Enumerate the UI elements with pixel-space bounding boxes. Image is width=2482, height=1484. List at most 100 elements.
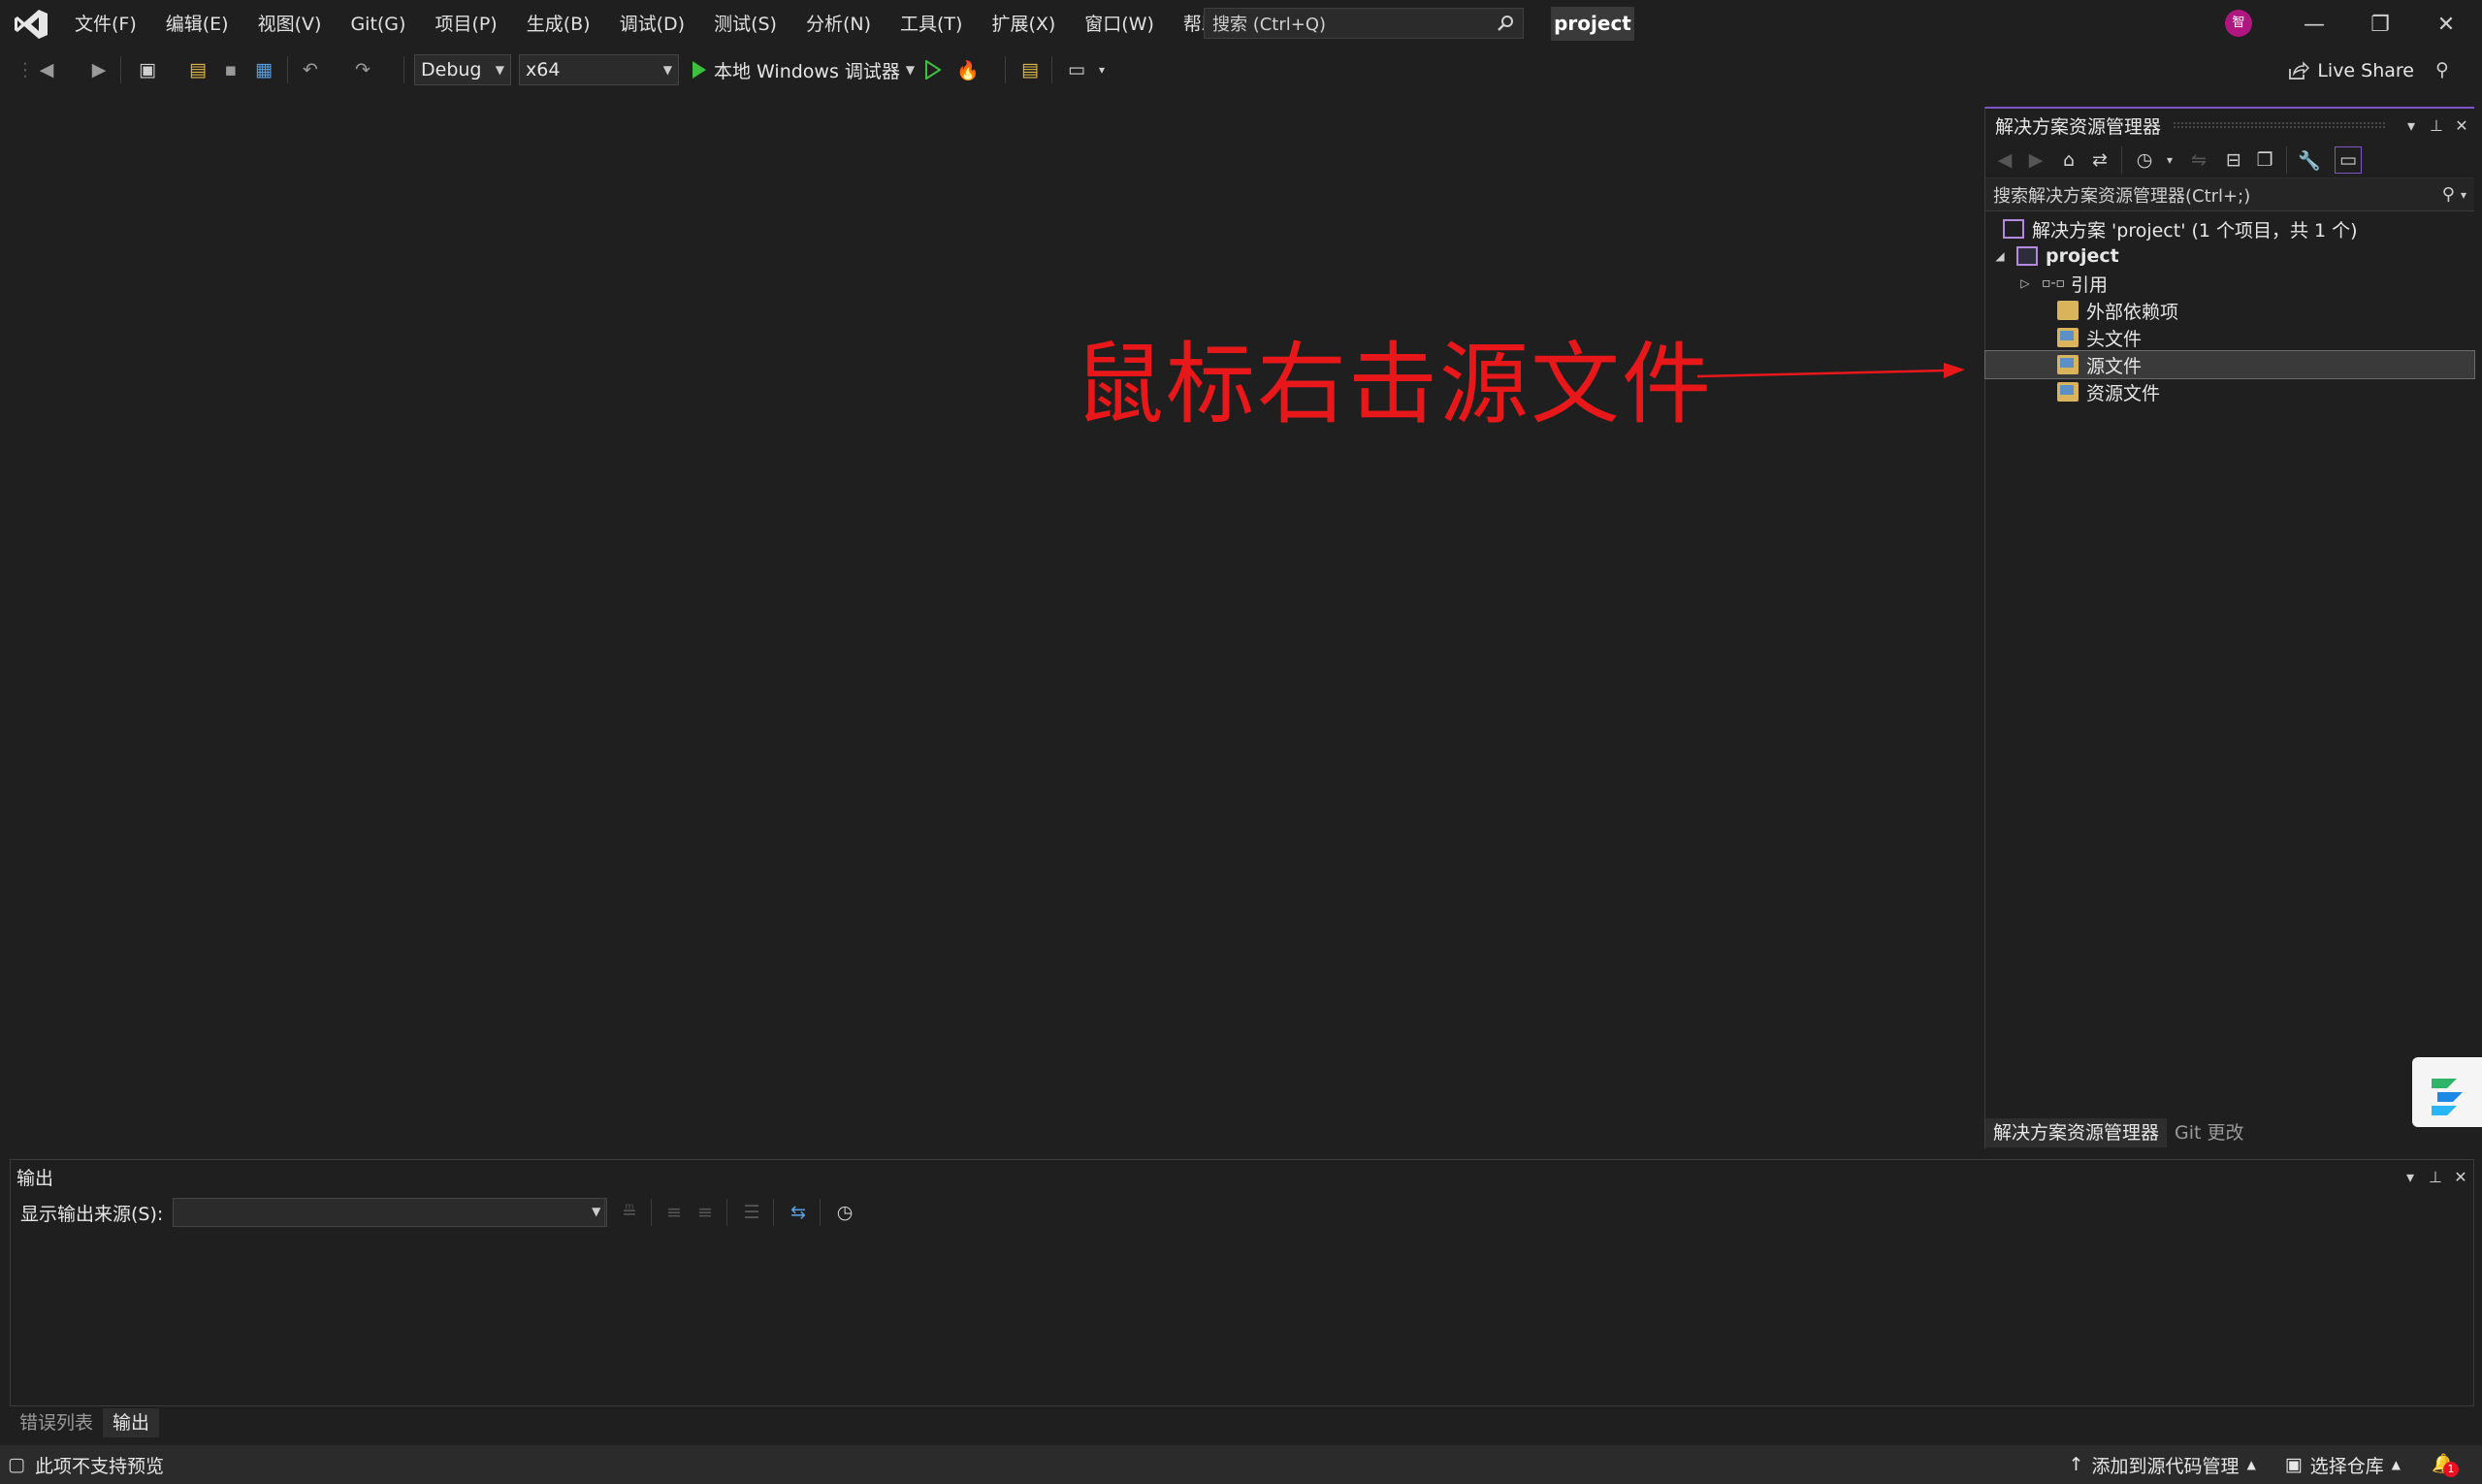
tab-error-list[interactable]: 错误列表 xyxy=(10,1408,103,1437)
go-to-next-message-icon[interactable]: ≡ xyxy=(692,1199,719,1226)
collapsed-arrow-icon[interactable]: ▷ xyxy=(2016,276,2034,290)
solution-explorer-folder-icon[interactable]: ▤ xyxy=(1016,56,1044,83)
save-icon[interactable]: ▪ xyxy=(217,56,244,83)
search-input[interactable]: 搜索 (Ctrl+Q) xyxy=(1204,8,1524,39)
output-panel: 输出 ▾ ⊥ ✕ 显示输出来源(S): ▼ ≞ ≡ ≡ ☰ ⇆ ◷ xyxy=(10,1159,2474,1406)
search-icon: ⚲ xyxy=(2441,184,2455,205)
tree-item-resource-files[interactable]: 资源文件 xyxy=(1985,378,2474,405)
tree-item-solution[interactable]: 解决方案 'project' (1 个项目，共 1 个) xyxy=(1985,215,2474,242)
menu-test[interactable]: 测试(S) xyxy=(699,0,791,48)
menu-tools[interactable]: 工具(T) xyxy=(886,0,977,48)
avatar[interactable]: 智 xyxy=(2225,10,2252,37)
menu-git[interactable]: Git(G) xyxy=(336,0,420,48)
configuration-dropdown[interactable]: Debug ▼ xyxy=(414,54,511,85)
floating-assistant-widget[interactable] xyxy=(2412,1057,2482,1127)
undo-icon[interactable]: ↶ xyxy=(297,56,324,83)
main-toolbar: ⋮ ◀ ▶ ▣ ▤ ▪ ▦ ↶ ↷ Debug ▼ x64 ▼ 本地 Windo… xyxy=(0,48,2482,91)
find-message-icon[interactable]: ≞ xyxy=(616,1199,643,1226)
feedback-icon[interactable]: ⚲ xyxy=(2429,56,2456,83)
add-to-source-control-button[interactable]: ↑ 添加到源代码管理 ▲ xyxy=(2069,1452,2256,1478)
platform-dropdown[interactable]: x64 ▼ xyxy=(519,54,679,85)
external-dependencies-icon xyxy=(2057,301,2079,320)
select-repository-button[interactable]: ▣ 选择仓库 ▲ xyxy=(2285,1452,2401,1478)
annotation-arrow-icon xyxy=(1696,363,1965,378)
forward-icon[interactable]: ▶ xyxy=(2022,146,2049,174)
toggle-word-wrap-icon[interactable]: ⇆ xyxy=(785,1199,812,1226)
chevron-down-icon: ▼ xyxy=(592,1205,601,1218)
menu-bar: 文件(F) 编辑(E) 视图(V) Git(G) 项目(P) 生成(B) 调试(… xyxy=(60,0,1263,48)
redo-icon[interactable]: ↷ xyxy=(349,56,376,83)
home-icon[interactable]: ⌂ xyxy=(2055,146,2082,174)
close-icon[interactable]: ✕ xyxy=(2448,1168,2473,1186)
pin-icon[interactable]: ⊥ xyxy=(2424,116,2449,135)
live-share-label: Live Share xyxy=(2317,60,2414,81)
solution-explorer-search-input[interactable]: 搜索解决方案资源管理器(Ctrl+;) ⚲ ▾ xyxy=(1985,178,2474,211)
output-header: 输出 ▾ ⊥ ✕ xyxy=(11,1160,2473,1193)
expanded-arrow-icon[interactable]: ◢ xyxy=(1991,249,2009,263)
menu-file[interactable]: 文件(F) xyxy=(60,0,151,48)
clear-all-icon[interactable]: ☰ xyxy=(738,1199,765,1226)
panel-options-icon[interactable]: ▾ xyxy=(2399,116,2424,135)
tab-output[interactable]: 输出 xyxy=(103,1408,160,1437)
menu-debug[interactable]: 调试(D) xyxy=(605,0,699,48)
toolbar-options-icon[interactable]: ▾ xyxy=(1088,56,1115,83)
panel-grip[interactable] xyxy=(2173,121,2387,129)
menu-window[interactable]: 窗口(W) xyxy=(1070,0,1169,48)
tab-git-changes[interactable]: Git 更改 xyxy=(2167,1118,2252,1147)
menu-extensions[interactable]: 扩展(X) xyxy=(977,0,1070,48)
tree-item-external-dependencies[interactable]: 外部依赖项 xyxy=(1985,297,2474,324)
preview-selected-icon[interactable]: ▭ xyxy=(2335,146,2362,174)
window-layout-icon[interactable]: ▭ xyxy=(1063,56,1090,83)
properties-wrench-icon[interactable]: 🔧 xyxy=(2296,146,2323,174)
configuration-value: Debug xyxy=(421,59,482,81)
tree-item-label: 解决方案 'project' (1 个项目，共 1 个) xyxy=(2032,219,2358,242)
minimize-button[interactable]: — xyxy=(2281,0,2347,48)
solution-explorer-tabs: 解决方案资源管理器 Git 更改 xyxy=(1985,1116,2475,1149)
live-share-button[interactable]: Live Share xyxy=(2288,60,2414,81)
tab-solution-explorer[interactable]: 解决方案资源管理器 xyxy=(1985,1118,2168,1147)
tree-item-header-files[interactable]: 头文件 xyxy=(1985,324,2474,351)
tree-item-project[interactable]: ◢ project xyxy=(1985,242,2474,270)
solution-explorer-search-placeholder: 搜索解决方案资源管理器(Ctrl+;) xyxy=(1993,185,2251,207)
sync-icon[interactable]: ⇋ xyxy=(2185,146,2212,174)
visual-studio-logo-icon[interactable] xyxy=(14,9,48,40)
chevron-down-icon[interactable]: ▾ xyxy=(2156,146,2183,174)
navigate-back-icon[interactable]: ◀ xyxy=(33,56,60,83)
panel-options-icon[interactable]: ▾ xyxy=(2398,1168,2423,1186)
timestamp-clock-icon[interactable]: ◷ xyxy=(831,1199,858,1226)
chevron-down-icon[interactable]: ▾ xyxy=(2461,188,2466,202)
navigate-forward-icon[interactable]: ▶ xyxy=(85,56,113,83)
output-source-dropdown[interactable]: ▼ xyxy=(173,1198,608,1227)
chevron-up-icon: ▲ xyxy=(2391,1458,2401,1471)
menu-build[interactable]: 生成(B) xyxy=(512,0,605,48)
status-preview-text: 此项不支持预览 xyxy=(34,1455,164,1477)
tree-item-references[interactable]: ▷ ▫-▫ 引用 xyxy=(1985,270,2474,297)
back-icon[interactable]: ◀ xyxy=(1991,146,2018,174)
close-window-button[interactable]: ✕ xyxy=(2413,0,2479,48)
pin-icon[interactable]: ⊥ xyxy=(2423,1168,2448,1186)
menu-project[interactable]: 项目(P) xyxy=(420,0,511,48)
start-debugging-button[interactable]: 本地 Windows 调试器 ▼ xyxy=(691,54,915,85)
menu-edit[interactable]: 编辑(E) xyxy=(151,0,243,48)
hot-reload-icon[interactable]: 🔥 xyxy=(954,56,982,83)
solution-explorer-title: 解决方案资源管理器 xyxy=(1995,115,2162,138)
restore-button[interactable]: ❐ xyxy=(2347,0,2413,48)
menu-view[interactable]: 视图(V) xyxy=(243,0,337,48)
pending-changes-filter-icon[interactable]: ◷ xyxy=(2131,146,2158,174)
menu-analyze[interactable]: 分析(N) xyxy=(791,0,886,48)
filter-folder-icon xyxy=(2057,328,2079,347)
start-without-debugging-icon[interactable] xyxy=(919,56,947,83)
project-name-badge[interactable]: project xyxy=(1551,7,1634,41)
tree-item-source-files[interactable]: 源文件 xyxy=(1984,350,2475,379)
notifications-button[interactable]: 🔔 1 xyxy=(2430,1450,2459,1479)
show-all-files-icon[interactable]: ❐ xyxy=(2251,146,2278,174)
tree-item-label: 资源文件 xyxy=(2086,382,2161,404)
tree-item-label: 外部依赖项 xyxy=(2086,301,2179,323)
switch-views-icon[interactable]: ⇄ xyxy=(2086,146,2113,174)
go-to-previous-message-icon[interactable]: ≡ xyxy=(661,1199,688,1226)
close-icon[interactable]: ✕ xyxy=(2449,116,2474,135)
new-project-icon[interactable]: ▣ xyxy=(134,56,161,83)
save-all-icon[interactable]: ▦ xyxy=(250,56,277,83)
open-folder-icon[interactable]: ▤ xyxy=(184,56,211,83)
collapse-all-icon[interactable]: ⊟ xyxy=(2220,146,2247,174)
